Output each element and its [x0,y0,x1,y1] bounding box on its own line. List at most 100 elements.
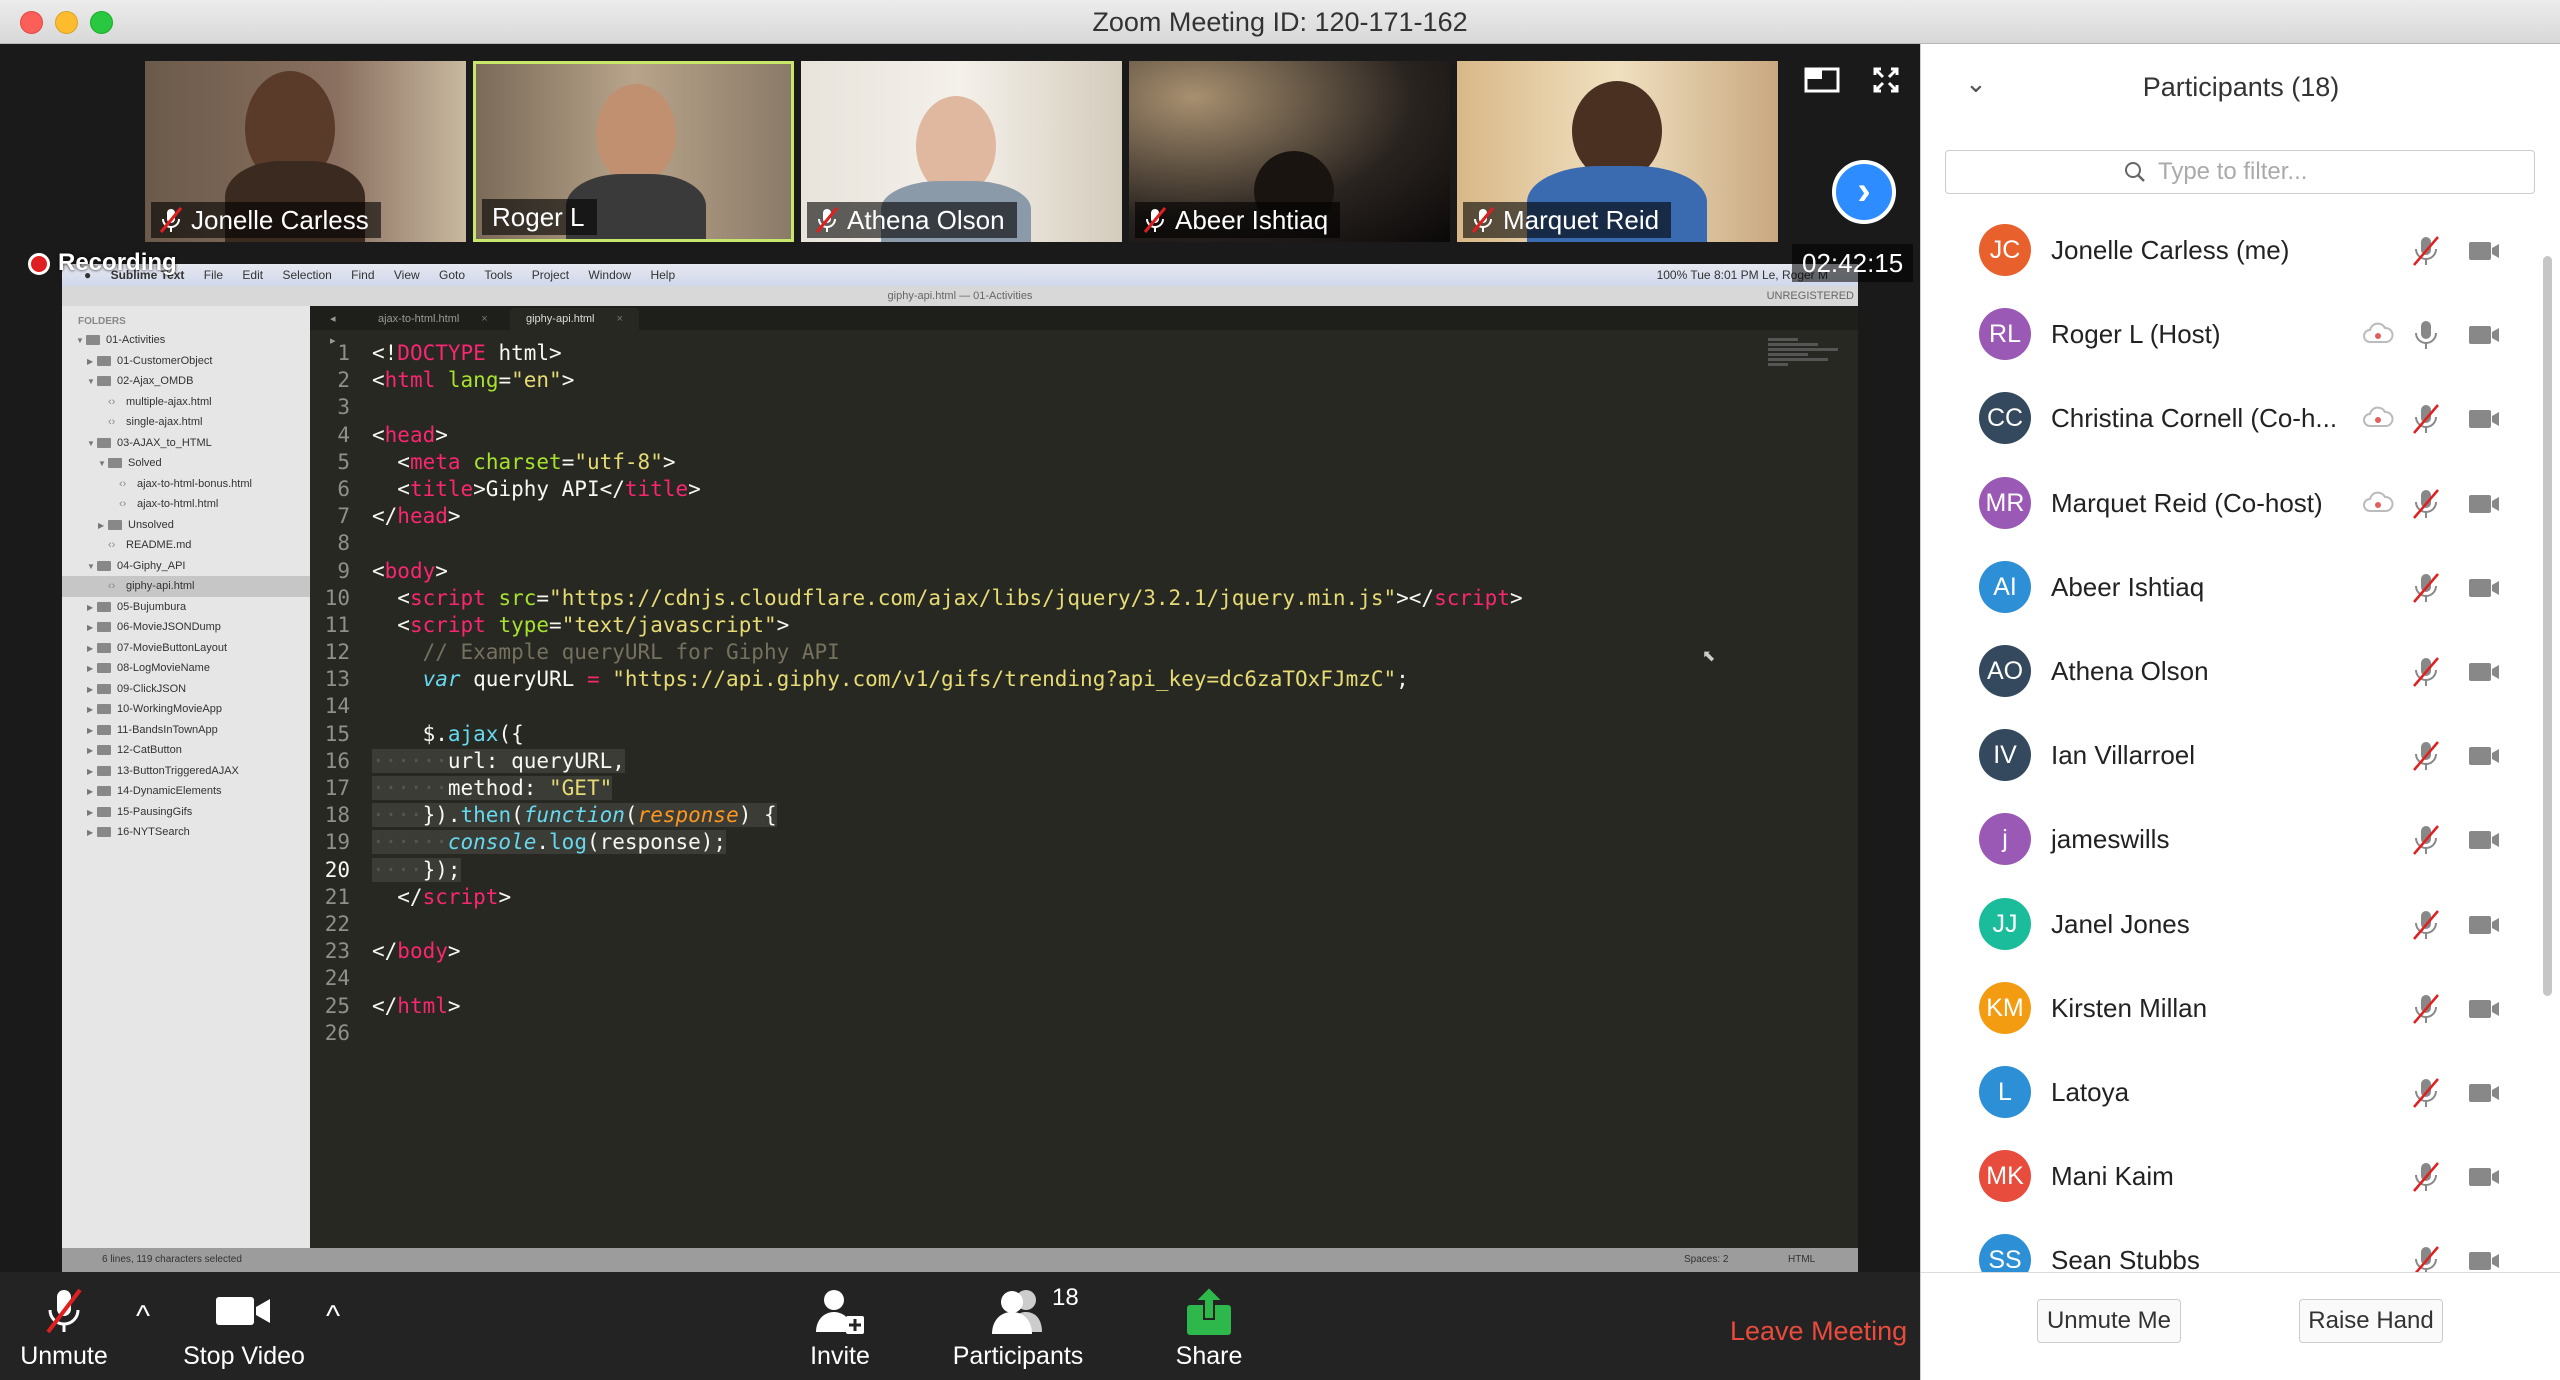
folder-icon [97,786,111,797]
video-tile[interactable]: Jonelle Carless [145,61,466,242]
disclosure-closed-icon[interactable]: ▶ [87,659,97,680]
line-number: 9 [337,558,350,583]
tree-folder[interactable]: ▶ 01-CustomerObject [62,351,310,372]
tree-folder[interactable]: ▶ 16-NYTSearch [62,822,310,843]
disclosure-open-icon[interactable]: ▼ [87,372,97,393]
filter-placeholder: Type to filter... [2158,158,2308,185]
participant-row[interactable]: JC Jonelle Carless (me) [1921,208,2541,292]
tree-folder[interactable]: ▼ 03-AJAX_to_HTML [62,433,310,454]
participant-name: Latoya [2051,1077,2130,1107]
menu-item: Goto [439,268,466,282]
next-page-arrow-icon[interactable]: › [1832,160,1896,224]
disclosure-closed-icon[interactable]: ▶ [87,762,97,783]
tree-folder[interactable]: ▼ Solved [62,453,310,474]
code-line: 26 [310,1020,1858,1047]
disclosure-open-icon[interactable]: ▼ [87,557,97,578]
folder-icon [97,745,111,756]
stop-video-button[interactable]: Stop Video [180,1284,308,1371]
participant-row[interactable]: AI Abeer Ishtiaq [1921,545,2541,629]
tree-file[interactable]: ‹› README.md [62,535,310,556]
fullscreen-icon[interactable] [1864,64,1908,108]
disclosure-closed-icon[interactable]: ▶ [87,782,97,803]
video-tile[interactable]: Marquet Reid [1457,61,1778,242]
tree-folder[interactable]: ▼ 04-Giphy_API [62,556,310,577]
mouse-cursor-icon: ⬉ [1702,648,1716,665]
video-tile[interactable]: Athena Olson [801,61,1122,242]
tree-folder[interactable]: ▶ 11-BandsInTownApp [62,720,310,741]
tree-file[interactable]: ‹› single-ajax.html [62,412,310,433]
tree-file[interactable]: ‹› ajax-to-html-bonus.html [62,474,310,495]
participant-row[interactable]: RL Roger L (Host) [1921,292,2541,376]
avatar: CC [1979,392,2031,445]
audio-options-caret-icon[interactable]: ^ [136,1300,150,1334]
participant-row[interactable]: MR Marquet Reid (Co-host) [1921,461,2541,545]
disclosure-open-icon[interactable]: ▼ [87,434,97,455]
participant-row[interactable]: CC Christina Cornell (Co-h... [1921,376,2541,460]
disclosure-closed-icon[interactable]: ▶ [87,680,97,701]
disclosure-closed-icon[interactable]: ▶ [98,516,108,537]
participant-name: Marquet Reid (Co-host) [2051,487,2323,518]
disclosure-closed-icon[interactable]: ▶ [87,598,97,619]
tree-file[interactable]: ‹› ajax-to-html.html [62,494,310,515]
tree-file[interactable]: ‹› giphy-api.html [62,576,310,597]
participant-row[interactable]: j jameswills [1921,797,2541,881]
raise-hand-button[interactable]: Raise Hand [2299,1299,2443,1343]
tree-folder[interactable]: ▶ Unsolved [62,515,310,536]
tree-folder[interactable]: ▶ 07-MovieButtonLayout [62,638,310,659]
participant-row[interactable]: KM Kirsten Millan [1921,966,2541,1050]
video-tile-active-speaker[interactable]: Roger L [473,61,794,242]
disclosure-open-icon[interactable]: ▼ [98,454,108,475]
invite-button[interactable]: Invite [800,1284,880,1371]
leave-meeting-button[interactable]: Leave Meeting [1730,1316,1907,1347]
line-number: 22 [324,911,350,936]
code-line: 12 // Example queryURL for Giphy API [310,639,1858,666]
cloud-recording-icon [2361,487,2395,521]
disclosure-open-icon[interactable]: ▼ [76,331,86,352]
unmute-button[interactable]: Unmute [14,1284,114,1371]
line-number: 10 [324,585,350,610]
avatar: L [1979,1066,2031,1118]
video-options-caret-icon[interactable]: ^ [326,1300,340,1334]
mic-muted-icon [2409,234,2443,268]
tree-folder[interactable]: ▶ 10-WorkingMovieApp [62,699,310,720]
participant-row[interactable]: SS Sean Stubbs [1921,1218,2541,1272]
code-line: 25 </html> [310,993,1858,1020]
participant-list-scrollbar[interactable] [2541,212,2553,1102]
layout-toggle-icon[interactable] [1800,64,1844,108]
tree-folder[interactable]: ▶ 14-DynamicElements [62,781,310,802]
tree-folder[interactable]: ▼ 02-Ajax_OMDB [62,371,310,392]
video-camera-icon [2467,1076,2501,1110]
disclosure-closed-icon[interactable]: ▶ [87,803,97,824]
disclosure-closed-icon[interactable]: ▶ [87,823,97,844]
tree-folder[interactable]: ▶ 05-Bujumbura [62,597,310,618]
video-tile[interactable]: Abeer Ishtiaq [1129,61,1450,242]
tree-folder[interactable]: ▶ 09-ClickJSON [62,679,310,700]
filter-input[interactable]: Type to filter... [1945,150,2535,194]
participant-row[interactable]: MK Mani Kaim [1921,1134,2541,1218]
tree-folder[interactable]: ▼ 01-Activities [62,330,310,351]
share-screen-button[interactable]: Share [1164,1284,1254,1371]
disclosure-closed-icon[interactable]: ▶ [87,741,97,762]
tree-folder[interactable]: ▶ 06-MovieJSONDump [62,617,310,638]
tree-folder[interactable]: ▶ 13-ButtonTriggeredAJAX [62,761,310,782]
disclosure-closed-icon[interactable]: ▶ [87,639,97,660]
tree-file[interactable]: ‹› multiple-ajax.html [62,392,310,413]
tab-nav-arrows-icon: ◂ ▸ [330,313,336,347]
participant-row[interactable]: L Latoya [1921,1050,2541,1134]
participant-row[interactable]: IV Ian Villarroel [1921,713,2541,797]
disclosure-closed-icon[interactable]: ▶ [87,721,97,742]
participants-button[interactable]: Participants 18 [950,1284,1086,1371]
tree-folder[interactable]: ▶ 15-PausingGifs [62,802,310,823]
participant-row[interactable]: AO Athena Olson [1921,629,2541,713]
meeting-area: Jonelle Carless Roger L Athena Olson Abe… [0,44,1920,1272]
share-arrow-icon [1164,1284,1254,1338]
disclosure-closed-icon[interactable]: ▶ [87,618,97,639]
folder-icon [86,335,100,346]
tree-folder[interactable]: ▶ 12-CatButton [62,740,310,761]
tree-folder[interactable]: ▶ 08-LogMovieName [62,658,310,679]
disclosure-closed-icon[interactable]: ▶ [87,700,97,721]
folder-icon [97,355,111,366]
participant-row[interactable]: JJ Janel Jones [1921,882,2541,966]
unmute-me-button[interactable]: Unmute Me [2037,1299,2181,1343]
disclosure-closed-icon[interactable]: ▶ [87,352,97,373]
